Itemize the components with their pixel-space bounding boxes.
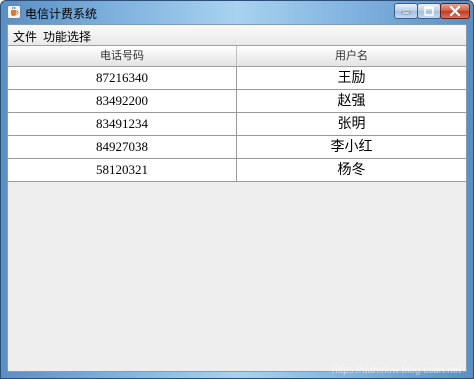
cell-user[interactable]: 王励 — [237, 67, 466, 89]
table-row[interactable]: 87216340 王励 — [8, 67, 466, 90]
user-table: 电话号码 用户名 87216340 王励 83492200 赵强 8349123… — [8, 45, 466, 182]
table-row[interactable]: 84927038 李小红 — [8, 136, 466, 159]
cell-user[interactable]: 张明 — [237, 113, 466, 135]
cell-user[interactable]: 赵强 — [237, 90, 466, 112]
table-row[interactable]: 83491234 张明 — [8, 113, 466, 136]
cell-user[interactable]: 李小红 — [237, 136, 466, 158]
cell-phone[interactable]: 83492200 — [8, 90, 237, 112]
menu-file[interactable]: 文件 — [13, 28, 37, 45]
minimize-button[interactable] — [394, 3, 418, 19]
column-header-phone[interactable]: 电话号码 — [8, 46, 237, 66]
maximize-button[interactable] — [417, 3, 441, 19]
maximize-icon — [424, 6, 434, 16]
cell-phone[interactable]: 84927038 — [8, 136, 237, 158]
table-row[interactable]: 83492200 赵强 — [8, 90, 466, 113]
window-title: 电信计费系统 — [25, 7, 98, 21]
app-window: 电信计费系统 文件 功能选择 电话号码 用户名 87216340 王励 8349… — [0, 0, 474, 379]
client-area: 文件 功能选择 电话号码 用户名 87216340 王励 83492200 赵强… — [7, 24, 467, 372]
close-icon — [449, 5, 461, 17]
minimize-icon — [401, 11, 411, 15]
java-cup-icon[interactable] — [7, 4, 21, 19]
cell-phone[interactable]: 87216340 — [8, 67, 237, 89]
cell-phone[interactable]: 58120321 — [8, 159, 237, 181]
watermark-text: https://dahelow.blog.csdn.net — [332, 365, 461, 376]
title-bar[interactable]: 电信计费系统 — [1, 1, 473, 23]
menu-function-select[interactable]: 功能选择 — [43, 28, 91, 45]
cell-phone[interactable]: 83491234 — [8, 113, 237, 135]
close-button[interactable] — [440, 3, 470, 19]
cell-user[interactable]: 杨冬 — [237, 159, 466, 181]
table-header: 电话号码 用户名 — [8, 46, 466, 67]
table-row[interactable]: 58120321 杨冬 — [8, 159, 466, 182]
column-header-user[interactable]: 用户名 — [237, 46, 466, 66]
menu-bar: 文件 功能选择 — [8, 25, 466, 45]
